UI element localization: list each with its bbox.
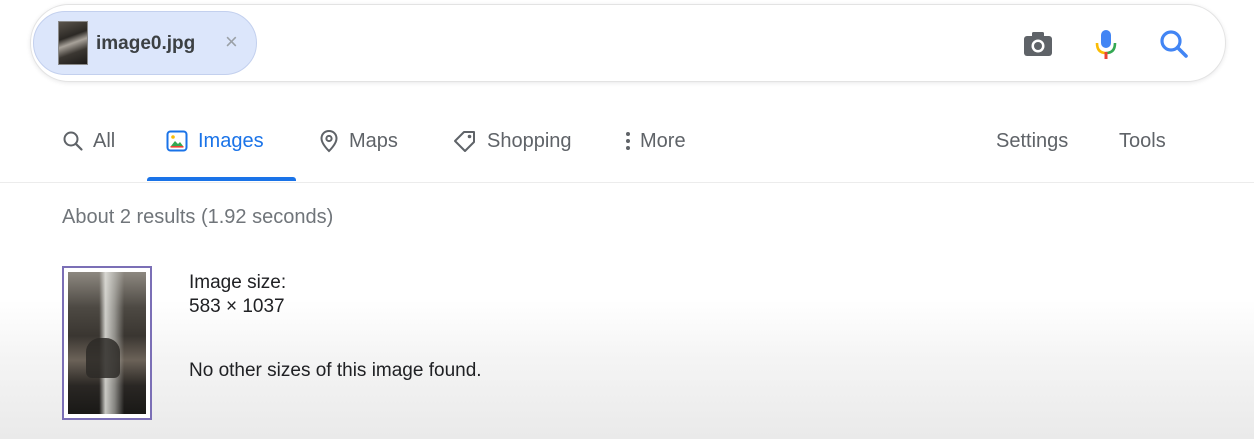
search-icon: [62, 130, 84, 152]
image-query-chip[interactable]: image0.jpg ×: [33, 11, 257, 75]
tab-shopping[interactable]: Shopping: [452, 125, 572, 157]
tab-shopping-label: Shopping: [487, 129, 572, 152]
tab-maps[interactable]: Maps: [318, 125, 398, 157]
tab-all[interactable]: All: [62, 125, 115, 157]
query-image-thumbnail: [58, 21, 88, 65]
tools-link[interactable]: Tools: [1119, 125, 1166, 157]
map-pin-icon: [318, 129, 340, 153]
result-photo-figure: [86, 338, 120, 378]
tab-images-label: Images: [198, 129, 264, 152]
no-other-sizes-message: No other sizes of this image found.: [189, 360, 482, 381]
tag-icon: [452, 129, 478, 153]
result-image-thumbnail[interactable]: [62, 266, 152, 420]
tools-label: Tools: [1119, 129, 1166, 152]
tab-more-label: More: [640, 129, 686, 152]
tab-more[interactable]: More: [624, 125, 686, 157]
microphone-icon[interactable]: [1089, 27, 1123, 61]
tab-images[interactable]: Images: [165, 125, 264, 157]
settings-label: Settings: [996, 129, 1069, 152]
query-image-filename: image0.jpg: [96, 33, 196, 54]
search-icon[interactable]: [1157, 27, 1191, 61]
remove-image-close-icon[interactable]: ×: [225, 29, 238, 55]
tab-all-label: All: [93, 129, 116, 152]
search-tabs-bar: All Images Maps Shopping More Settings T…: [0, 100, 1254, 183]
active-tab-indicator: [147, 177, 296, 181]
image-icon: [165, 129, 189, 153]
settings-link[interactable]: Settings: [996, 125, 1068, 157]
vertical-dots-icon: [624, 130, 632, 152]
tab-maps-label: Maps: [349, 129, 398, 152]
camera-icon[interactable]: [1021, 27, 1055, 61]
search-box[interactable]: image0.jpg ×: [30, 4, 1226, 82]
image-size-label: Image size:: [189, 272, 287, 293]
result-stats: About 2 results (1.92 seconds): [62, 206, 334, 228]
image-size-value: 583 × 1037: [189, 296, 285, 317]
